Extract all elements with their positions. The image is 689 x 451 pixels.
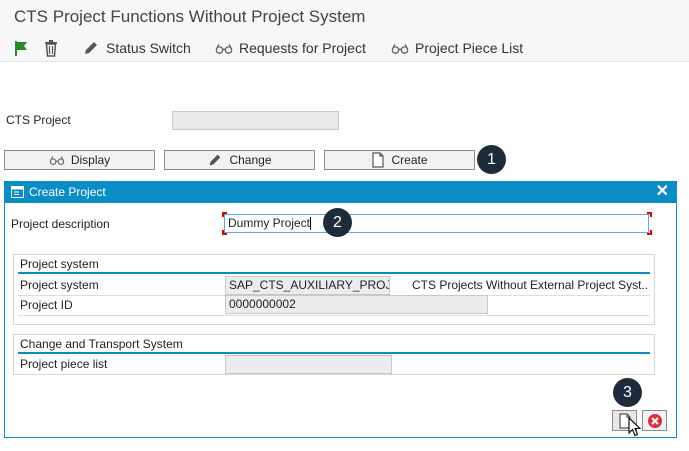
flag-button[interactable] — [12, 37, 36, 59]
step-badge-2: 2 — [323, 208, 352, 237]
project-id-field[interactable]: 0000000002 — [225, 295, 488, 314]
requests-for-project-button[interactable]: Requests for Project — [215, 37, 366, 59]
project-system-group: Project system Project system SAP_CTS_AU… — [13, 254, 655, 325]
change-transport-group: Change and Transport System Project piec… — [13, 334, 655, 375]
pencil-icon — [85, 42, 97, 54]
cts-project-label: CTS Project — [6, 113, 71, 127]
project-description-label: Project description — [11, 217, 110, 231]
project-system-field[interactable]: SAP_CTS_AUXILIARY_PROJE.. — [225, 276, 390, 295]
status-switch-button[interactable]: Status Switch — [82, 37, 191, 59]
display-button[interactable]: Display — [4, 150, 155, 170]
trash-icon — [45, 40, 57, 57]
window-title: CTS Project Functions Without Project Sy… — [14, 7, 366, 26]
step-badge-3: 3 — [613, 378, 642, 407]
project-piece-list-button[interactable]: Project Piece List — [391, 37, 523, 59]
change-button-label: Change — [229, 153, 272, 167]
application-toolbar: Status Switch Requests for Project Proje… — [0, 33, 689, 62]
close-icon[interactable]: ✕ — [656, 184, 669, 200]
group-divider — [18, 272, 650, 274]
glasses-icon — [49, 156, 64, 166]
change-button[interactable]: Change — [164, 150, 315, 170]
cts-project-field[interactable] — [172, 111, 339, 130]
row-separator — [18, 315, 650, 316]
pencil-icon — [210, 154, 221, 166]
project-system-label: Project system — [20, 278, 99, 292]
dialog-title: Create Project — [29, 185, 106, 199]
requests-for-project-label: Requests for Project — [239, 40, 366, 56]
create-button[interactable]: Create — [324, 150, 475, 170]
flag-icon — [15, 41, 27, 56]
project-system-group-title: Project system — [20, 257, 99, 271]
project-description-input[interactable]: Dummy Project — [224, 214, 649, 233]
step-badge-1: 1 — [477, 145, 506, 174]
document-icon — [372, 152, 385, 168]
dialog-header: Create Project ✕ — [5, 182, 676, 203]
project-piece-list-field[interactable] — [225, 355, 392, 374]
project-piece-list-field-label: Project piece list — [20, 357, 108, 371]
cancel-icon — [647, 413, 662, 428]
change-transport-group-title: Change and Transport System — [20, 337, 183, 351]
dialog-window-icon — [11, 186, 24, 198]
display-button-label: Display — [70, 153, 111, 167]
delete-button[interactable] — [42, 37, 66, 59]
title-bar: CTS Project Functions Without Project Sy… — [0, 0, 689, 33]
project-piece-list-label: Project Piece List — [415, 40, 524, 56]
mouse-cursor-icon — [628, 417, 642, 437]
group-divider — [18, 352, 650, 354]
text-cursor — [310, 217, 312, 231]
cancel-button[interactable] — [642, 410, 667, 431]
create-project-dialog: Create Project ✕ Project description Dum… — [4, 181, 677, 438]
project-description-value: Dummy Project — [228, 216, 311, 230]
project-system-description: CTS Projects Without External Project Sy… — [412, 278, 649, 292]
create-button-label: Create — [391, 153, 428, 167]
glasses-icon — [391, 43, 409, 54]
status-switch-label: Status Switch — [106, 40, 191, 56]
project-id-label: Project ID — [20, 298, 73, 312]
glasses-icon — [215, 43, 233, 54]
